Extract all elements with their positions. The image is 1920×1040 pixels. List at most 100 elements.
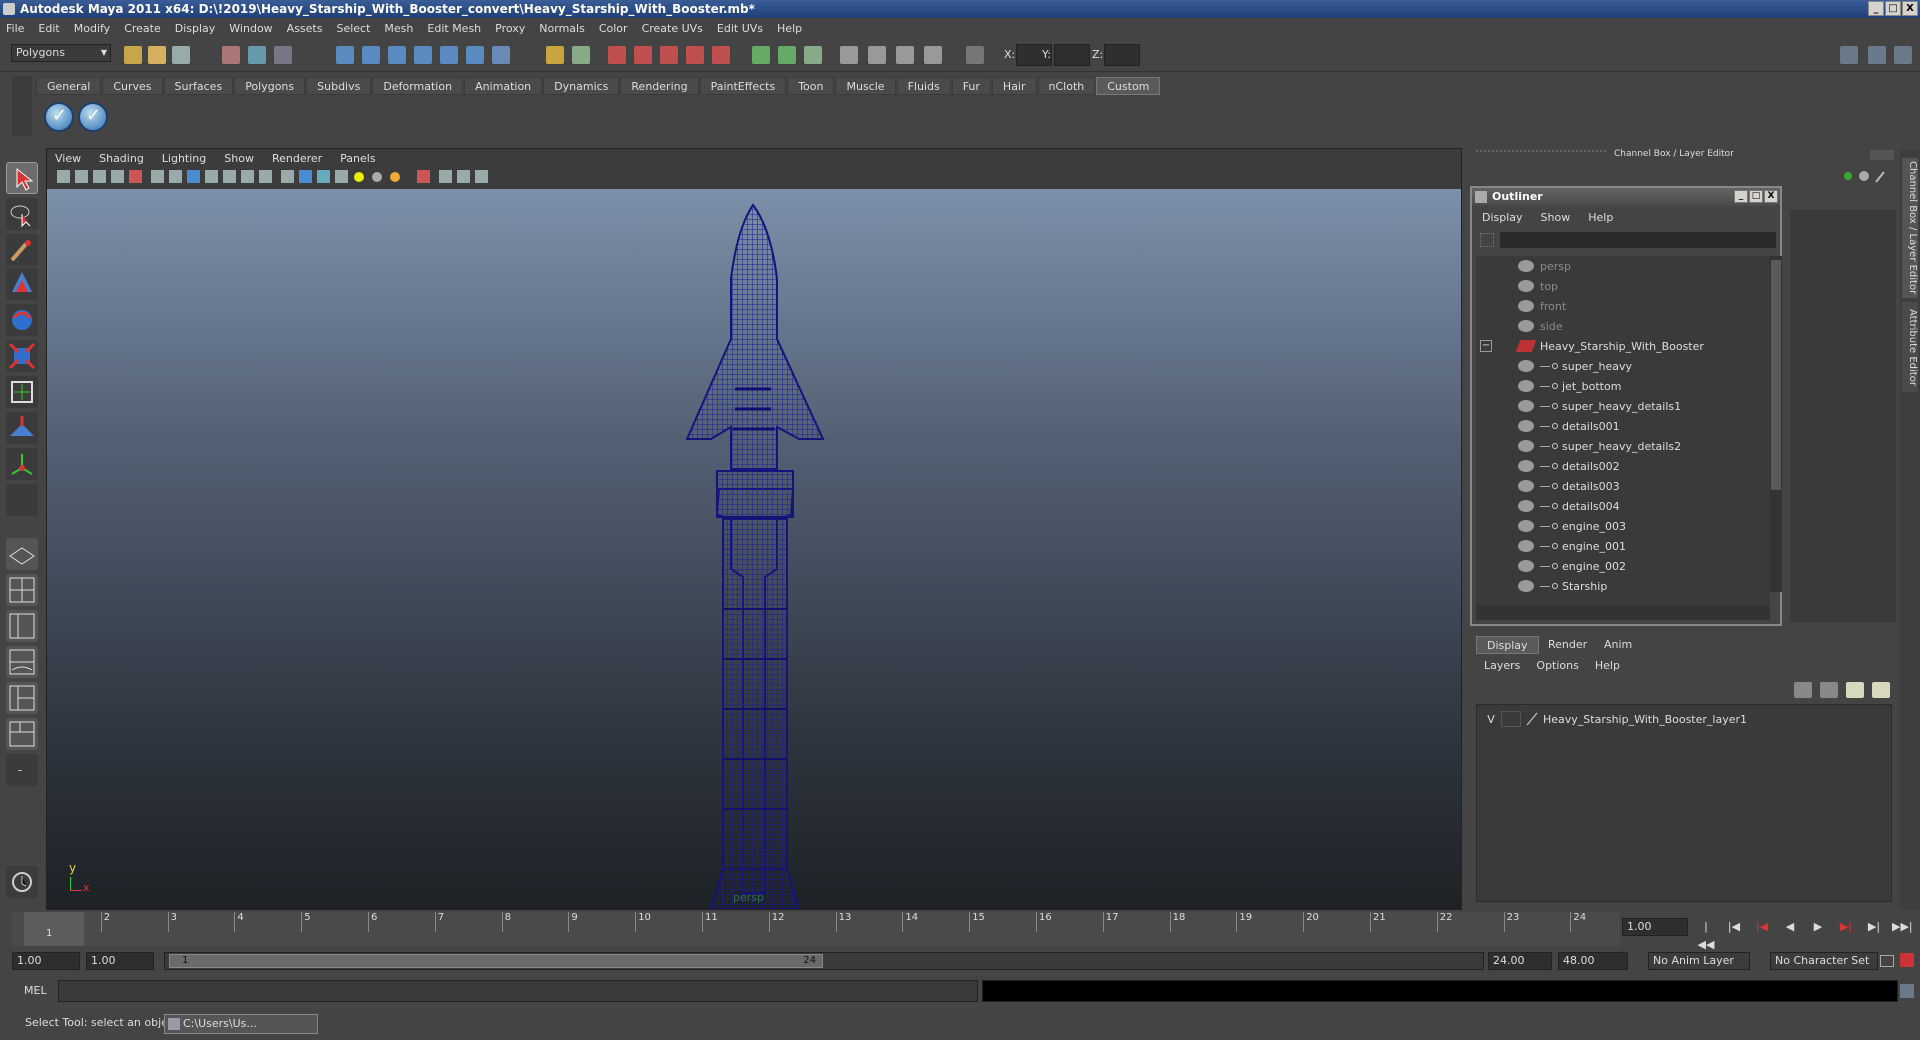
menu-edit[interactable]: Edit bbox=[38, 22, 59, 35]
persp-outliner-layout-icon[interactable] bbox=[6, 610, 38, 642]
outliner-item-child[interactable]: engine_001 bbox=[1476, 536, 1766, 556]
display-channel-box-icon[interactable] bbox=[804, 46, 822, 64]
anim-layer-dropdown[interactable]: No Anim Layer bbox=[1648, 952, 1750, 970]
outliner-item-child[interactable]: details004 bbox=[1476, 496, 1766, 516]
attribute-editor-toggle-icon[interactable] bbox=[1868, 46, 1886, 64]
select-component-icon[interactable] bbox=[274, 46, 292, 64]
shelf-tab-curves[interactable]: Curves bbox=[102, 77, 163, 95]
snap-point-icon[interactable] bbox=[388, 46, 406, 64]
outliner-title-bar[interactable]: Outliner _ □ X bbox=[1472, 188, 1780, 206]
select-object-icon[interactable] bbox=[248, 46, 266, 64]
play-backwards-icon[interactable]: ◀ bbox=[1780, 918, 1800, 936]
animation-preferences-icon[interactable] bbox=[1900, 953, 1914, 967]
outliner-item-root[interactable]: − Heavy_Starship_With_Booster bbox=[1476, 336, 1766, 356]
move-layer-down-icon[interactable] bbox=[1820, 682, 1838, 698]
step-back-frame-icon[interactable]: |◀ bbox=[1752, 918, 1772, 936]
outliner-item-child[interactable]: super_heavy_details2 bbox=[1476, 436, 1766, 456]
viewport-menu-show[interactable]: Show bbox=[224, 152, 254, 165]
create-empty-layer-icon[interactable] bbox=[1846, 682, 1864, 698]
menu-set-dropdown[interactable]: Polygons bbox=[11, 44, 111, 62]
step-forward-key-icon[interactable]: ▶| bbox=[1864, 918, 1884, 936]
menu-create-uvs[interactable]: Create UVs bbox=[642, 22, 703, 35]
layer-tab-render[interactable]: Render bbox=[1538, 636, 1597, 654]
maximize-button[interactable]: □ bbox=[1885, 1, 1901, 16]
go-to-end-icon[interactable]: ▶▶| bbox=[1892, 918, 1913, 936]
layer-tab-anim[interactable]: Anim bbox=[1594, 636, 1642, 654]
outliner-item-top[interactable]: top bbox=[1476, 276, 1766, 296]
layer-tab-display[interactable]: Display bbox=[1476, 636, 1539, 654]
layer-playback-toggle[interactable] bbox=[1501, 711, 1521, 727]
shelf-tab-surfaces[interactable]: Surfaces bbox=[163, 77, 234, 95]
rotate-tool-icon[interactable] bbox=[6, 304, 38, 336]
open-scene-icon[interactable] bbox=[148, 46, 166, 64]
display-tool-settings-icon[interactable] bbox=[778, 46, 796, 64]
shelf-tab-subdivs[interactable]: Subdivs bbox=[306, 77, 372, 95]
outliner-item-side[interactable]: side bbox=[1476, 316, 1766, 336]
outliner-item-child[interactable]: details002 bbox=[1476, 456, 1766, 476]
shelf-tab-custom[interactable]: Custom bbox=[1096, 77, 1161, 95]
channel-box-grip[interactable] bbox=[1476, 150, 1606, 158]
menu-help[interactable]: Help bbox=[777, 22, 802, 35]
playback-start-field[interactable]: 1.00 bbox=[86, 952, 154, 970]
shelf-tab-deformation[interactable]: Deformation bbox=[372, 77, 464, 95]
side-tab-attribute-editor[interactable]: Attribute Editor bbox=[1902, 302, 1918, 392]
outliner-menu-help[interactable]: Help bbox=[1588, 211, 1613, 224]
layout-options-icon[interactable]: - bbox=[6, 754, 38, 786]
shelf-tab-rendering[interactable]: Rendering bbox=[620, 77, 699, 95]
current-frame-marker[interactable]: 1 bbox=[24, 912, 84, 946]
shelf-tab-ncloth[interactable]: nCloth bbox=[1037, 77, 1096, 95]
channel-box-toggle-icon[interactable] bbox=[1894, 46, 1912, 64]
animation-start-field[interactable]: 1.00 bbox=[12, 952, 80, 970]
outliner-maximize-button[interactable]: □ bbox=[1749, 190, 1763, 203]
menu-display[interactable]: Display bbox=[175, 22, 216, 35]
camera-icon[interactable] bbox=[840, 46, 858, 64]
layer-visibility-toggle[interactable]: V bbox=[1481, 713, 1501, 726]
single-perspective-layout-icon[interactable] bbox=[6, 538, 38, 570]
ipr-render-icon[interactable] bbox=[634, 46, 652, 64]
menu-assets[interactable]: Assets bbox=[287, 22, 323, 35]
shelf-tab-muscle[interactable]: Muscle bbox=[835, 77, 896, 95]
outliner-item-child[interactable]: super_heavy_details1 bbox=[1476, 396, 1766, 416]
new-scene-icon[interactable] bbox=[124, 46, 142, 64]
step-forward-frame-icon[interactable]: ▶| bbox=[1836, 918, 1856, 936]
lasso-tool-icon[interactable] bbox=[6, 198, 38, 230]
sidebar-toggle-icon[interactable] bbox=[1840, 46, 1858, 64]
channel-box-icon[interactable] bbox=[1844, 172, 1852, 180]
taskbar-button[interactable]: C:\Users\Us... bbox=[164, 1014, 318, 1034]
collapse-toggle-icon[interactable]: − bbox=[1480, 340, 1492, 352]
outliner-item-child[interactable]: details003 bbox=[1476, 476, 1766, 496]
minimize-button[interactable]: _ bbox=[1868, 1, 1884, 16]
layer-menu-help[interactable]: Help bbox=[1595, 656, 1620, 676]
menu-proxy[interactable]: Proxy bbox=[495, 22, 525, 35]
outliner-horizontal-scrollbar[interactable] bbox=[1476, 606, 1770, 620]
mel-label[interactable]: MEL bbox=[24, 984, 47, 997]
current-time-field[interactable]: 1.00 bbox=[1622, 918, 1688, 936]
history-icon[interactable] bbox=[466, 46, 484, 64]
perspective-viewport[interactable]: y x persp bbox=[47, 189, 1461, 909]
menu-color[interactable]: Color bbox=[599, 22, 628, 35]
outliner-item-front[interactable]: front bbox=[1476, 296, 1766, 316]
outliner-item-child[interactable]: details001 bbox=[1476, 416, 1766, 436]
outliner-item-child[interactable]: super_heavy bbox=[1476, 356, 1766, 376]
step-back-key-icon[interactable]: |◀ bbox=[1724, 918, 1744, 936]
menu-normals[interactable]: Normals bbox=[539, 22, 585, 35]
animation-end-field[interactable]: 48.00 bbox=[1558, 952, 1628, 970]
character-set-dropdown[interactable]: No Character Set bbox=[1770, 952, 1878, 970]
play-forwards-icon[interactable]: ▶ bbox=[1808, 918, 1828, 936]
menu-mesh[interactable]: Mesh bbox=[384, 22, 413, 35]
snap-curve-icon[interactable] bbox=[362, 46, 380, 64]
close-button[interactable]: X bbox=[1902, 1, 1918, 16]
menu-window[interactable]: Window bbox=[229, 22, 272, 35]
snap-grid-icon[interactable] bbox=[336, 46, 354, 64]
render-settings-icon[interactable] bbox=[660, 46, 678, 64]
outliner-item-child[interactable]: Starship bbox=[1476, 576, 1766, 596]
auto-key-icon[interactable] bbox=[1880, 955, 1894, 967]
range-slider[interactable]: 1 24 bbox=[164, 952, 1484, 970]
custom-shelf-button-2[interactable] bbox=[78, 102, 108, 132]
outliner-vertical-scrollbar[interactable] bbox=[1770, 256, 1782, 592]
shelf-tab-general[interactable]: General bbox=[36, 77, 102, 95]
move-tool-icon[interactable] bbox=[6, 268, 38, 300]
display-sidebar-icon[interactable] bbox=[752, 46, 770, 64]
menu-edit-mesh[interactable]: Edit Mesh bbox=[427, 22, 481, 35]
go-to-start-icon[interactable]: |◀◀ bbox=[1696, 918, 1716, 951]
